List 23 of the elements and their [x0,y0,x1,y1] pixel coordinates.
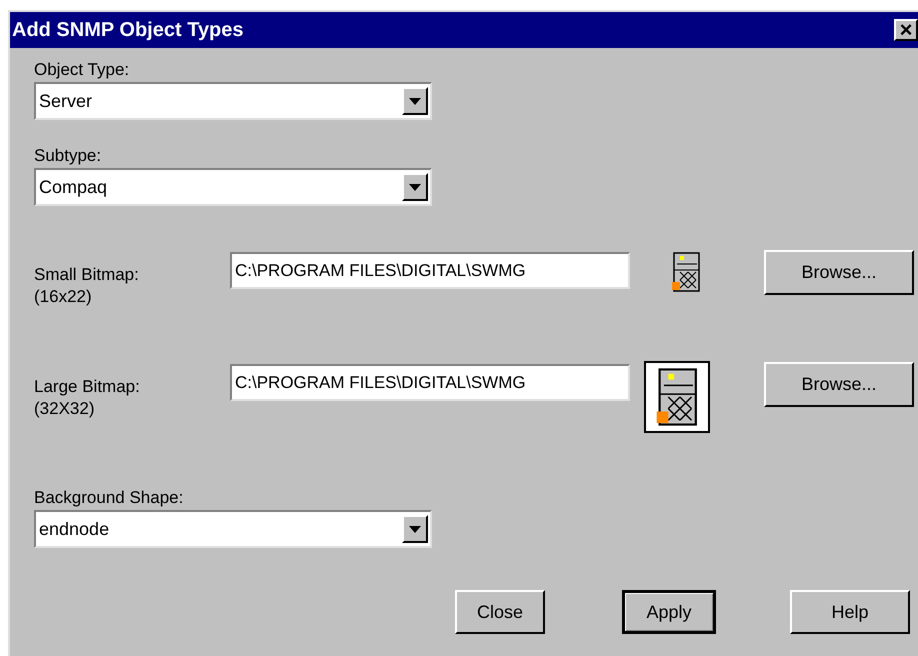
path-field[interactable]: C:\PROGRAM FILES\DIGITAL\SWMG [230,364,630,401]
window-title: Add SNMP Object Types [12,18,244,43]
browse-button[interactable]: Browse... [764,362,914,407]
browse-button[interactable]: Browse... [764,250,914,295]
dropdown-value: endnode [39,518,110,540]
dialog-button[interactable]: Help [790,590,910,634]
field-label: Object Type: [34,60,130,80]
dropdown[interactable]: Compaq [34,168,432,206]
dialog-button[interactable]: Close [455,590,545,634]
field-label: Subtype: [34,146,102,166]
dialog-button[interactable]: Apply [622,590,716,634]
dropdown-value: Compaq [39,176,108,199]
close-icon[interactable]: × [894,19,918,41]
path-field[interactable]: C:\PROGRAM FILES\DIGITAL\SWMG [230,252,630,289]
size-label: (32X32) [34,398,96,420]
dropdown-value: Server [39,90,92,112]
size-label: (16x22) [34,286,93,308]
field-label: Small Bitmap: [34,264,140,286]
field-label: Large Bitmap: [34,376,141,398]
field-label: Background Shape: [34,488,184,508]
dropdown[interactable]: endnode [34,510,432,548]
dropdown[interactable]: Server [34,82,432,120]
server-icon [644,361,710,433]
